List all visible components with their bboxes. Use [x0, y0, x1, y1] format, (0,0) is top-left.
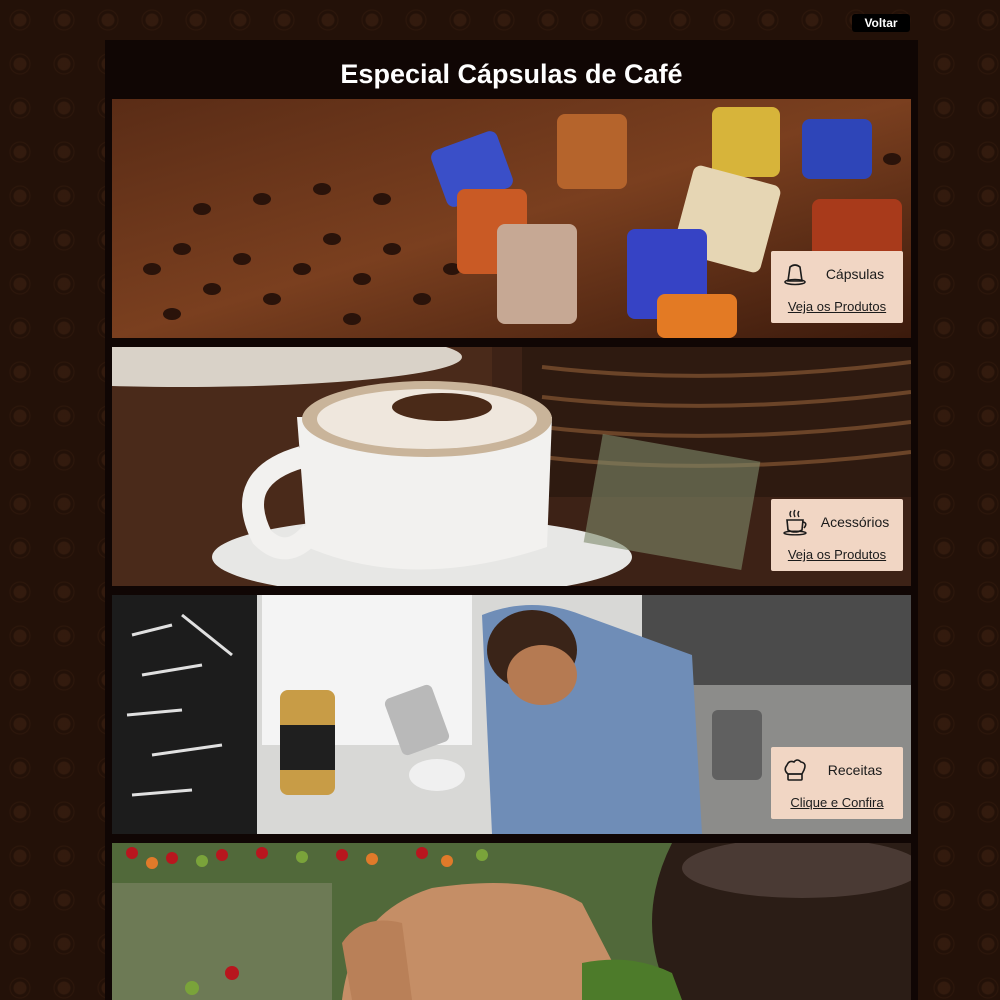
back-button[interactable]: Voltar [852, 14, 910, 32]
card-title: Acessórios [820, 514, 890, 530]
card-receitas: Receitas Clique e Confira [771, 747, 903, 819]
chef-hat-icon [784, 759, 806, 781]
products-link[interactable]: Veja os Produtos [771, 547, 903, 562]
banner-receitas[interactable]: Receitas Clique e Confira [112, 595, 911, 834]
card-acessorios: Acessórios Veja os Produtos [771, 499, 903, 571]
main-container: Especial Cápsulas de Café Cápsulas Veja … [105, 40, 918, 1000]
banner-capsulas[interactable]: Cápsulas Veja os Produtos [112, 99, 911, 338]
banner-acessorios[interactable]: Acessórios Veja os Produtos [112, 347, 911, 586]
coffee-harvest-photo [112, 843, 911, 1000]
card-capsulas: Cápsulas Veja os Produtos [771, 251, 903, 323]
recipes-link[interactable]: Clique e Confira [771, 795, 903, 810]
page-title: Especial Cápsulas de Café [340, 59, 683, 89]
card-title: Receitas [827, 762, 883, 778]
banner-cafe[interactable] [112, 843, 911, 1000]
coffee-cup-icon [783, 509, 807, 536]
capsule-icon [784, 264, 806, 286]
products-link[interactable]: Veja os Produtos [771, 299, 903, 314]
card-title: Cápsulas [825, 266, 885, 282]
